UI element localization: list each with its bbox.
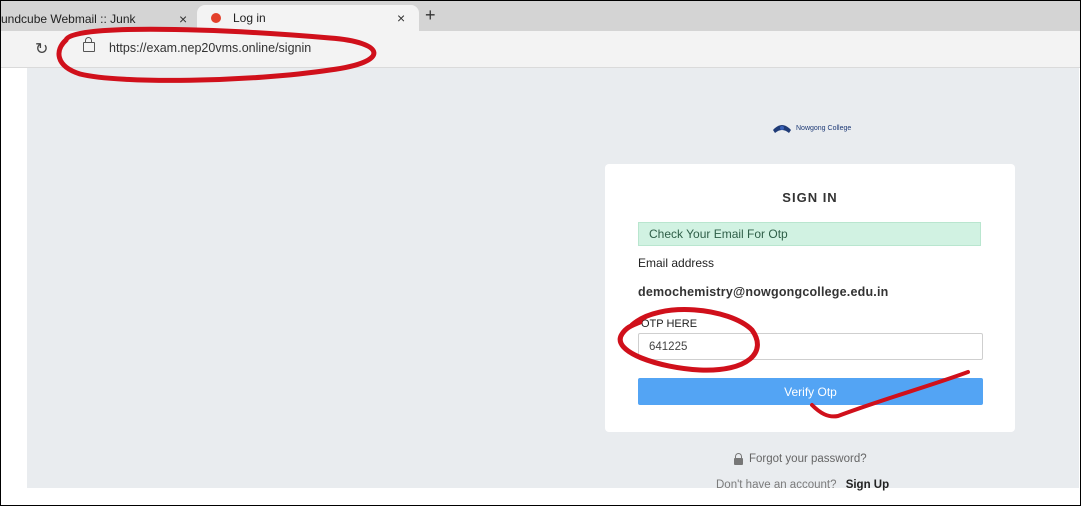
tab-login[interactable]: Log in × xyxy=(197,5,419,31)
new-tab-button[interactable]: + xyxy=(425,5,436,26)
close-icon[interactable]: × xyxy=(397,10,405,26)
lock-icon[interactable] xyxy=(83,37,95,52)
sign-up-link[interactable]: Sign Up xyxy=(846,479,889,491)
url-field[interactable]: https://exam.nep20vms.online/signin xyxy=(109,41,311,55)
close-icon[interactable]: × xyxy=(179,11,187,27)
tab-strip: undcube Webmail :: Junk × Log in × + xyxy=(1,1,1080,31)
page-title: SIGN IN xyxy=(782,190,838,205)
tab-label: Log in xyxy=(233,11,266,25)
forgot-password-link[interactable]: Forgot your password? xyxy=(734,452,867,465)
address-bar: ↻ https://exam.nep20vms.online/signin xyxy=(1,31,1080,68)
email-value: demochemistry@nowgongcollege.edu.in xyxy=(638,285,889,299)
lock-icon xyxy=(734,452,743,465)
reload-icon[interactable]: ↻ xyxy=(35,39,48,59)
logo-icon xyxy=(773,125,791,133)
no-account-text: Don't have an account? xyxy=(716,479,837,491)
college-logo: Nowgong College xyxy=(772,122,851,134)
otp-alert: Check Your Email For Otp xyxy=(638,222,981,246)
otp-label: OTP HERE xyxy=(641,318,698,330)
tab-webmail[interactable]: undcube Webmail :: Junk × xyxy=(1,7,191,31)
otp-input[interactable] xyxy=(638,333,983,360)
tab-label: undcube Webmail :: Junk xyxy=(1,12,136,26)
signup-row: Don't have an account? Sign Up xyxy=(716,479,889,491)
email-label: Email address xyxy=(638,256,715,270)
verify-otp-button[interactable]: Verify Otp xyxy=(638,378,983,405)
logo-text: Nowgong College xyxy=(796,124,852,132)
favicon-icon xyxy=(211,13,221,23)
page-content: Nowgong College SIGN IN Check Your Email… xyxy=(27,68,1079,491)
forgot-password-label: Forgot your password? xyxy=(749,453,867,465)
signin-card: SIGN IN Check Your Email For Otp Email a… xyxy=(605,164,1015,432)
